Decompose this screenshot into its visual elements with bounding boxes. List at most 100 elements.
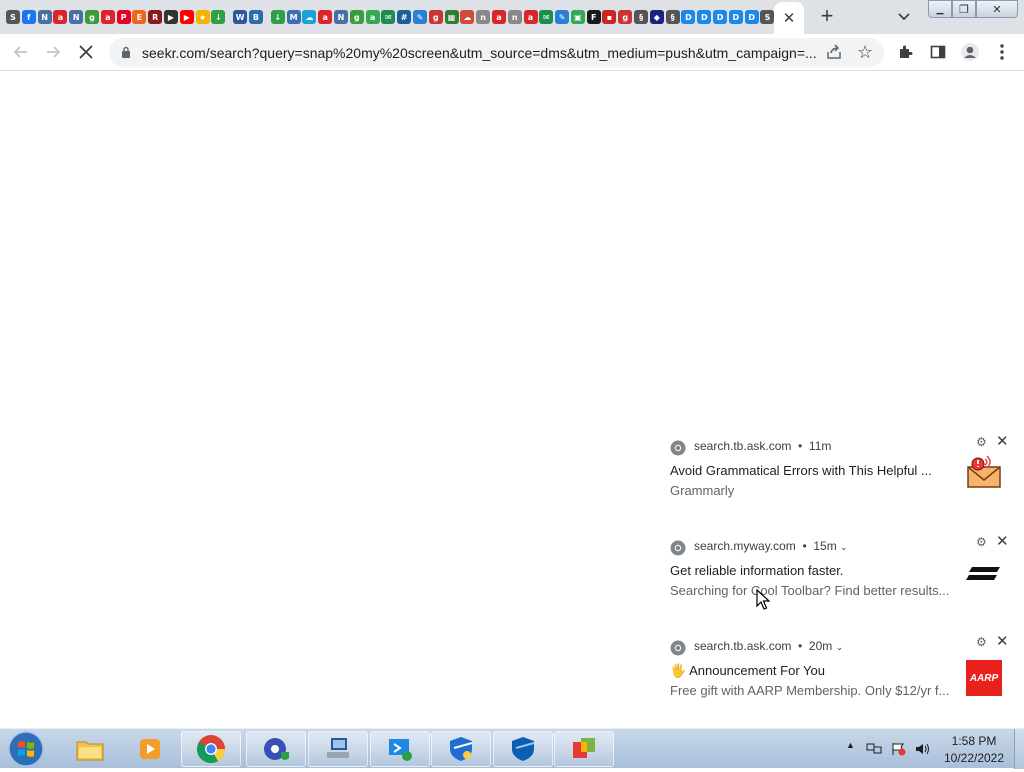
news-icon[interactable]: N (37, 10, 52, 24)
seekr-icon[interactable]: S (6, 10, 20, 24)
notification-card[interactable]: ⚙ ✕ search.tb.ask.com • 11m Avoid Gramma… (660, 430, 1024, 530)
stop-loading-button[interactable] (74, 40, 98, 64)
profile-button[interactable] (958, 40, 982, 64)
show-desktop-button[interactable] (1014, 729, 1024, 769)
volume-icon[interactable] (914, 742, 930, 756)
bookmark-icon[interactable]: B (248, 10, 263, 24)
bookmark-icon[interactable]: ★ (195, 10, 210, 24)
restore-icon: ❐ (959, 3, 969, 16)
lock-icon[interactable] (121, 46, 131, 58)
share-icon[interactable] (825, 43, 843, 61)
window-close-button[interactable]: ✕ (976, 0, 1018, 18)
network-tray-icon[interactable] (866, 742, 882, 756)
chrome-taskbar-button[interactable] (181, 731, 241, 767)
extensions-button[interactable] (894, 40, 918, 64)
search-icon[interactable]: D (713, 10, 728, 24)
ask-icon[interactable]: a (523, 10, 538, 24)
tab-search-button[interactable] (893, 6, 915, 28)
chevron-down-icon[interactable]: ⌄ (840, 542, 848, 552)
ask-icon[interactable]: a (100, 10, 115, 24)
news-icon[interactable]: n (476, 10, 491, 24)
chevron-down-icon[interactable]: ⌄ (836, 642, 844, 652)
cloud-icon[interactable]: ☁ (460, 10, 475, 24)
explorer-taskbar-button[interactable] (60, 731, 120, 767)
grid-icon[interactable]: ▦ (444, 10, 459, 24)
download-icon[interactable]: ↓ (211, 10, 226, 24)
media-player-taskbar-button[interactable] (120, 731, 180, 767)
notification-settings-gear-icon[interactable]: ⚙ (976, 635, 987, 649)
remote-desktop-taskbar-button[interactable] (370, 731, 430, 767)
pen-icon[interactable]: ✎ (412, 10, 427, 24)
notification-card[interactable]: ⚙ ✕ search.tb.ask.com • 20m ⌄ 🖐 Announce… (660, 630, 1024, 730)
tab-close-icon[interactable]: ✕ (783, 11, 796, 26)
action-center-flag-icon[interactable] (890, 742, 906, 756)
box-icon[interactable]: ▪ (602, 10, 617, 24)
show-hidden-icons-icon[interactable]: ▲ (846, 740, 862, 754)
notification-card[interactable]: ⚙ ✕ search.myway.com • 15m ⌄ Get reliabl… (660, 530, 1024, 630)
clock-date[interactable]: 10/22/2022 (938, 751, 1010, 765)
word-icon[interactable]: W (233, 10, 248, 24)
news-icon[interactable]: N (69, 10, 84, 24)
seekr-icon[interactable]: S (760, 10, 775, 24)
search-icon[interactable]: D (681, 10, 696, 24)
tool-icon[interactable]: ◆ (649, 10, 664, 24)
game-icon[interactable]: g (618, 10, 633, 24)
game-icon[interactable]: g (428, 10, 443, 24)
security-taskbar-button[interactable] (431, 731, 491, 767)
search-icon[interactable]: D (697, 10, 712, 24)
forward-button[interactable] (41, 40, 65, 64)
ask-icon[interactable]: a (318, 10, 333, 24)
news-icon[interactable]: N (333, 10, 348, 24)
notification-settings-gear-icon[interactable]: ⚙ (976, 535, 987, 549)
chrome-icon (197, 735, 225, 763)
ask-icon[interactable]: a (491, 10, 506, 24)
active-tab[interactable]: ✕ (774, 2, 804, 34)
pen-icon[interactable]: ✎ (555, 10, 570, 24)
notification-close-icon[interactable]: ✕ (996, 532, 1009, 550)
facebook-icon[interactable]: f (21, 10, 36, 24)
clapper-icon[interactable]: ▶ (163, 10, 178, 24)
ask-icon[interactable]: a (53, 10, 68, 24)
bookmark-star-icon[interactable]: ☆ (857, 41, 873, 63)
notification-settings-gear-icon[interactable]: ⚙ (976, 435, 987, 449)
youtube-icon[interactable]: ▶ (179, 10, 194, 24)
search-icon[interactable]: D (728, 10, 743, 24)
browser-menu-button[interactable] (990, 40, 1014, 64)
address-bar[interactable]: seekr.com/search?query=snap%20my%20scree… (109, 38, 884, 67)
side-panel-button[interactable] (926, 40, 950, 64)
recipe-icon[interactable]: R (148, 10, 163, 24)
settings-shield-icon (264, 738, 289, 760)
translate-icon[interactable]: a (365, 10, 380, 24)
notification-close-icon[interactable]: ✕ (996, 432, 1009, 450)
window-minimize-button[interactable]: ▁ (928, 0, 952, 18)
news-icon[interactable]: n (507, 10, 522, 24)
clock-time[interactable]: 1:58 PM (942, 734, 1006, 748)
card-icon[interactable]: ▣ (570, 10, 585, 24)
new-tab-button[interactable]: + (815, 4, 839, 28)
notification-body: Free gift with AARP Membership. Only $12… (670, 683, 950, 698)
scroll-icon[interactable]: § (634, 10, 649, 24)
back-button[interactable] (9, 40, 33, 64)
etsy-icon[interactable]: E (132, 10, 147, 24)
calculator-icon[interactable]: # (397, 10, 412, 24)
settings-taskbar-button[interactable] (246, 731, 306, 767)
pinned-tabs: Sf Na Ng a P E R ▶ ▶ ★ ↓ W B ↓ M ☁ a Ng a ✉ # ✎ g ▦ ☁ n a n a ✉ ✎ ▣ F ▪ g §… (6, 7, 776, 27)
map-icon[interactable]: M (286, 10, 301, 24)
email-icon[interactable]: ✉ (539, 10, 554, 24)
security-blue-taskbar-button[interactable] (493, 731, 553, 767)
search-icon[interactable]: D (744, 10, 759, 24)
game-icon[interactable]: g (84, 10, 99, 24)
letter-f-icon[interactable]: F (586, 10, 601, 24)
pinterest-icon[interactable]: P (116, 10, 131, 24)
colorful-app-taskbar-button[interactable] (554, 731, 614, 767)
email-icon[interactable]: ✉ (381, 10, 396, 24)
notification-close-icon[interactable]: ✕ (996, 632, 1009, 650)
weather-icon[interactable]: ☁ (302, 10, 317, 24)
url-text[interactable]: seekr.com/search?query=snap%20my%20scree… (142, 45, 822, 61)
download-icon[interactable]: ↓ (270, 10, 285, 24)
scroll-icon[interactable]: § (665, 10, 680, 24)
start-button[interactable] (6, 731, 46, 767)
game-icon[interactable]: g (349, 10, 364, 24)
network-taskbar-button[interactable] (308, 731, 368, 767)
window-restore-button[interactable]: ❐ (952, 0, 976, 18)
